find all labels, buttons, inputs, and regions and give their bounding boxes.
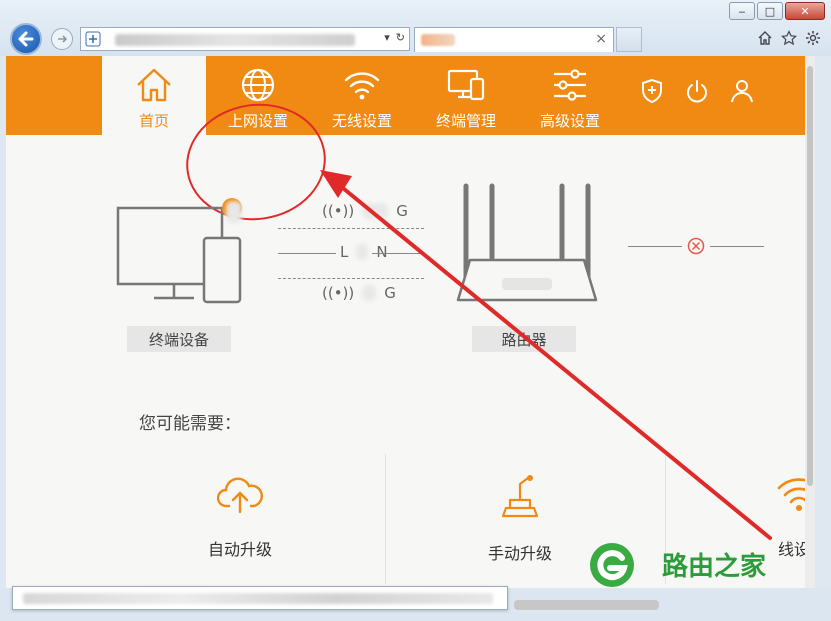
blurred-status-url — [23, 593, 493, 604]
horizontal-scrollbar[interactable] — [514, 600, 659, 610]
watermark: 路由之家 — [586, 540, 796, 590]
watermark-logo-icon — [590, 543, 634, 587]
watermark-text: 路由之家 — [662, 552, 767, 582]
annotation-arrow — [320, 170, 772, 540]
status-url-popup — [12, 586, 508, 610]
